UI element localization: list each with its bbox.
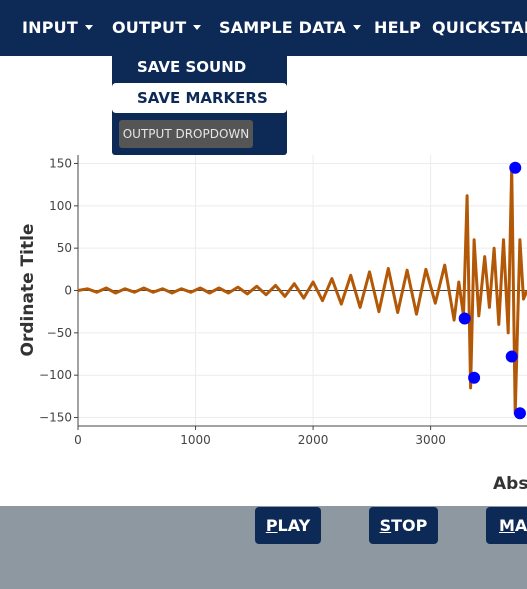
output-dropdown-menu: SAVE SOUND SAVE MARKERS OUTPUT DROPDOWN bbox=[112, 44, 287, 155]
play-button[interactable]: PLAY bbox=[255, 507, 321, 544]
nav-input-label: INPUT bbox=[22, 18, 78, 37]
nav-quickstart[interactable]: QUICKSTART bbox=[432, 18, 527, 37]
x-axis-title: Abs bbox=[493, 474, 527, 494]
menu-item-save-markers[interactable]: SAVE MARKERS bbox=[112, 83, 287, 113]
menu-item-save-sound[interactable]: SAVE SOUND bbox=[112, 52, 287, 82]
y-tick-label: 0 bbox=[64, 284, 72, 298]
menu-item-save-markers-label: SAVE MARKERS bbox=[137, 89, 268, 107]
output-dropdown-select[interactable]: OUTPUT DROPDOWN bbox=[119, 120, 253, 148]
nav-help-label: HELP bbox=[374, 18, 422, 37]
y-tick-label: −150 bbox=[39, 411, 72, 425]
marker-point bbox=[458, 312, 471, 325]
menu-item-save-sound-label: SAVE SOUND bbox=[137, 58, 247, 76]
marker-point bbox=[505, 350, 518, 363]
markers-label-rest: A bbox=[514, 516, 527, 535]
markers-hotkey-letter: M bbox=[499, 516, 515, 535]
x-tick-label: 2000 bbox=[298, 433, 329, 447]
markers-button[interactable]: MA bbox=[486, 507, 527, 544]
stop-button[interactable]: STOP bbox=[369, 507, 438, 544]
play-hotkey-letter: P bbox=[265, 516, 278, 535]
output-dropdown-select-label: OUTPUT DROPDOWN bbox=[122, 127, 250, 141]
nav-help[interactable]: HELP bbox=[374, 18, 421, 37]
x-tick-label: 1000 bbox=[180, 433, 211, 447]
nav-sample-data-label: SAMPLE DATA bbox=[219, 18, 346, 37]
nav-quickstart-label: QUICKSTART bbox=[432, 18, 527, 37]
y-tick-label: 50 bbox=[57, 241, 72, 255]
marker-point bbox=[468, 371, 481, 384]
y-tick-label: 150 bbox=[49, 156, 72, 170]
y-tick-label: 100 bbox=[49, 199, 72, 213]
y-tick-label: −50 bbox=[47, 326, 72, 340]
nav-output[interactable]: OUTPUT bbox=[112, 18, 202, 37]
nav-sample-data[interactable]: SAMPLE DATA bbox=[219, 18, 361, 37]
stop-label-rest: TOP bbox=[391, 516, 428, 535]
play-label-rest: LAY bbox=[277, 516, 311, 535]
y-axis-title: Ordinate Title bbox=[18, 223, 38, 357]
caret-down-icon bbox=[84, 25, 93, 30]
nav-output-label: OUTPUT bbox=[112, 18, 187, 37]
stop-hotkey-letter: S bbox=[379, 516, 392, 535]
y-tick-label: −100 bbox=[39, 368, 72, 382]
marker-point bbox=[513, 407, 526, 420]
nav-input[interactable]: INPUT bbox=[22, 18, 93, 37]
plot-area: 150 100 50 0 −50 −100 −150 0 1000 2000 3000 bbox=[0, 150, 527, 500]
waveform-chart[interactable]: 150100500−50−100−1500 1000 2000 3000 bbox=[0, 150, 527, 500]
x-tick-label: 0 bbox=[74, 433, 82, 447]
caret-down-icon bbox=[193, 25, 202, 30]
marker-point bbox=[509, 161, 522, 174]
caret-down-icon bbox=[352, 25, 361, 30]
x-tick-label: 3000 bbox=[415, 433, 446, 447]
